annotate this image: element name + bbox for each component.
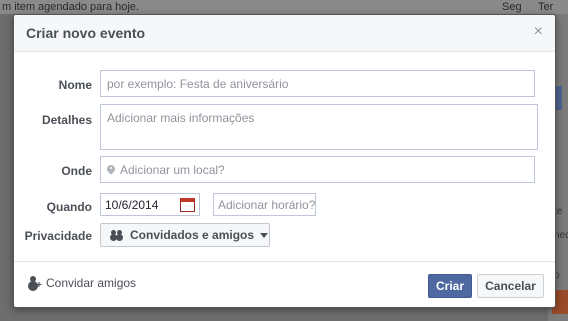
background-header: m item agendado para hoje. Seg Ter — [0, 0, 568, 14]
time-placeholder: Adicionar horário? — [218, 197, 316, 212]
invite-friends-link[interactable]: Convidar amigos — [28, 276, 137, 291]
details-placeholder: Adicionar mais informações — [107, 111, 255, 125]
when-label: Quando — [46, 200, 92, 214]
background-text: ned — [554, 230, 568, 241]
date-input[interactable]: 10/6/2014 — [100, 193, 200, 216]
date-value: 10/6/2014 — [105, 197, 159, 212]
privacy-value: Convidados e amigos — [130, 228, 255, 242]
name-placeholder: por exemplo: Festa de aniversário — [107, 76, 289, 91]
background-notice: m item agendado para hoje. — [2, 1, 139, 13]
dialog-footer: Convidar amigos Criar Cancelar — [14, 261, 555, 308]
name-input[interactable]: por exemplo: Festa de aniversário — [100, 70, 535, 97]
location-pin-icon — [107, 165, 115, 175]
dialog-title: Criar novo evento — [26, 25, 146, 41]
calendar-icon[interactable] — [180, 198, 195, 212]
add-person-icon — [28, 276, 42, 291]
dialog-header: Criar novo evento × — [14, 15, 555, 52]
friends-icon — [111, 230, 124, 240]
create-event-dialog: Criar novo evento × Nome por exemplo: Fe… — [13, 14, 556, 308]
location-input[interactable]: Adicionar um local? — [100, 156, 535, 183]
details-textarea[interactable]: Adicionar mais informações — [100, 104, 538, 150]
close-icon[interactable]: × — [534, 23, 543, 41]
where-label: Onde — [61, 164, 92, 178]
location-placeholder: Adicionar um local? — [120, 162, 225, 177]
name-label: Nome — [58, 78, 92, 92]
background-day-ter: Ter — [538, 1, 554, 13]
invite-friends-label: Convidar amigos — [46, 276, 137, 290]
details-label: Detalhes — [41, 113, 92, 127]
background-day-seg: Seg — [502, 1, 522, 13]
cancel-button[interactable]: Cancelar — [477, 274, 544, 298]
privacy-label: Privacidade — [24, 229, 92, 243]
privacy-dropdown[interactable]: Convidados e amigos — [100, 223, 270, 247]
chevron-down-icon — [260, 232, 269, 238]
create-button[interactable]: Criar — [428, 274, 472, 298]
time-input[interactable]: Adicionar horário? — [213, 193, 316, 216]
